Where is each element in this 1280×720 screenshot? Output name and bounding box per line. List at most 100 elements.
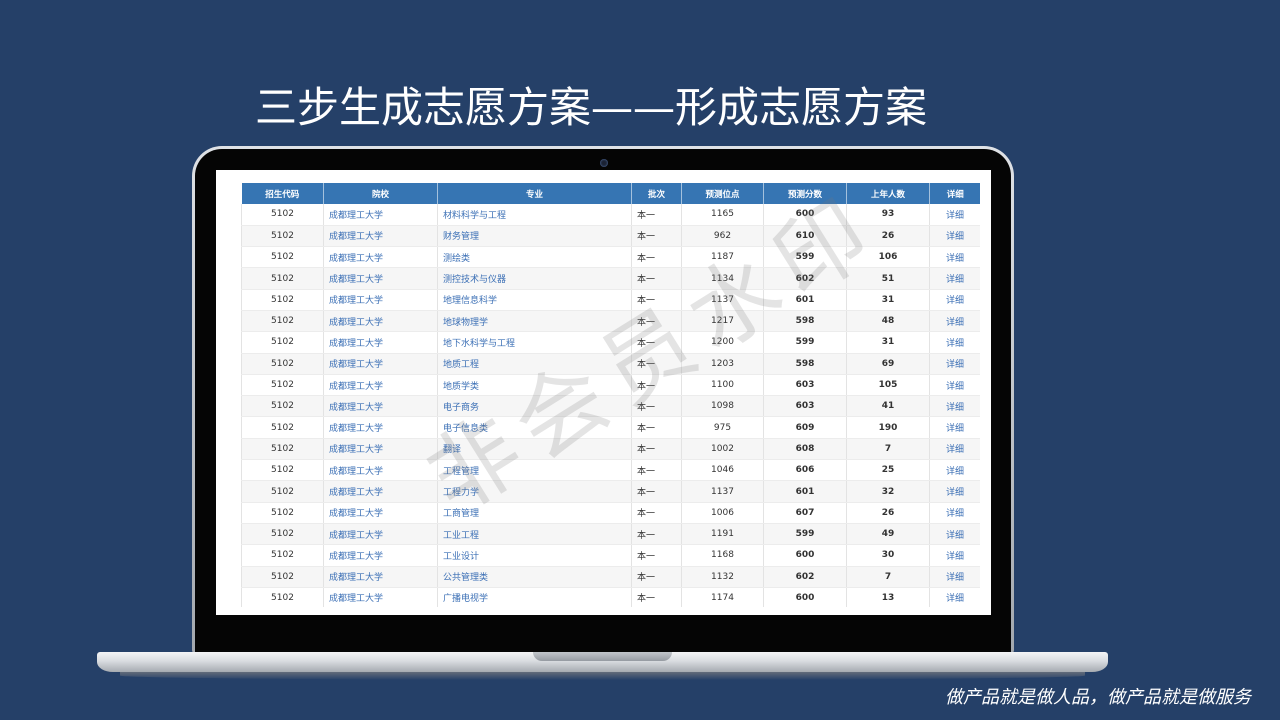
cell-detail-link[interactable]: 详细 [929,587,980,607]
cell-predicted-score: 602 [763,267,847,290]
cell-major-link[interactable]: 公共管理类 [437,566,632,588]
table-row: 5102 成都理工大学 地质学类 本一 1100 603 105 详细 [241,374,980,397]
cell-school-link[interactable]: 成都理工大学 [323,353,438,375]
cell-code: 5102 [241,204,324,226]
cell-predicted-rank: 1046 [681,459,764,482]
cell-school-link[interactable]: 成都理工大学 [323,459,438,482]
header-major: 专业 [437,183,632,204]
cell-school-link[interactable]: 成都理工大学 [323,225,438,248]
cell-predicted-rank: 962 [681,225,764,248]
cell-school-link[interactable]: 成都理工大学 [323,267,438,290]
cell-school-link[interactable]: 成都理工大学 [323,204,438,226]
cell-detail-link[interactable]: 详细 [929,566,980,588]
cell-school-link[interactable]: 成都理工大学 [323,438,438,461]
cell-predicted-score: 607 [763,502,847,524]
cell-school-link[interactable]: 成都理工大学 [323,523,438,546]
cell-major-link[interactable]: 测控技术与仪器 [437,267,632,290]
cell-major-link[interactable]: 工程力学 [437,480,632,503]
footer-slogan: 做产品就是做人品，做产品就是做服务 [945,687,1251,708]
cell-major-link[interactable]: 地质学类 [437,374,632,397]
cell-last-year-count: 31 [846,289,930,311]
header-batch: 批次 [631,183,682,204]
cell-school-link[interactable]: 成都理工大学 [323,416,438,439]
cell-detail-link[interactable]: 详细 [929,353,980,375]
cell-last-year-count: 26 [846,225,930,248]
cell-predicted-rank: 1006 [681,502,764,524]
cell-detail-link[interactable]: 详细 [929,480,980,503]
table-row: 5102 成都理工大学 测绘类 本一 1187 599 106 详细 [241,246,980,269]
table-row: 5102 成都理工大学 地球物理学 本一 1217 598 48 详细 [241,310,980,333]
cell-school-link[interactable]: 成都理工大学 [323,331,438,354]
table-row: 5102 成都理工大学 材料科学与工程 本一 1165 600 93 详细 [241,204,980,226]
table-row: 5102 成都理工大学 地下水科学与工程 本一 1200 599 31 详细 [241,331,980,354]
header-school: 院校 [323,183,438,204]
cell-detail-link[interactable]: 详细 [929,416,980,439]
cell-major-link[interactable]: 地理信息科学 [437,289,632,311]
table-row: 5102 成都理工大学 广播电视学 本一 1174 600 13 详细 [241,587,980,607]
cell-batch: 本一 [631,310,682,333]
table-row: 5102 成都理工大学 电子信息类 本一 975 609 190 详细 [241,416,980,439]
laptop-screen: 招生代码 院校 专业 批次 预测位点 预测分数 上年人数 详细 5102 成都理工… [216,170,991,615]
cell-detail-link[interactable]: 详细 [929,267,980,290]
cell-last-year-count: 13 [846,587,930,607]
cell-school-link[interactable]: 成都理工大学 [323,502,438,524]
cell-predicted-rank: 1002 [681,438,764,461]
cell-predicted-score: 603 [763,395,847,418]
cell-major-link[interactable]: 电子信息类 [437,416,632,439]
cell-batch: 本一 [631,438,682,461]
cell-major-link[interactable]: 地质工程 [437,353,632,375]
cell-major-link[interactable]: 工程管理 [437,459,632,482]
cell-major-link[interactable]: 测绘类 [437,246,632,269]
cell-code: 5102 [241,438,324,461]
cell-major-link[interactable]: 地下水科学与工程 [437,331,632,354]
cell-major-link[interactable]: 财务管理 [437,225,632,248]
cell-detail-link[interactable]: 详细 [929,395,980,418]
cell-code: 5102 [241,225,324,248]
cell-detail-link[interactable]: 详细 [929,502,980,524]
cell-batch: 本一 [631,544,682,567]
cell-major-link[interactable]: 工商管理 [437,502,632,524]
cell-detail-link[interactable]: 详细 [929,246,980,269]
cell-major-link[interactable]: 材料科学与工程 [437,204,632,226]
cell-last-year-count: 7 [846,438,930,461]
cell-major-link[interactable]: 电子商务 [437,395,632,418]
cell-detail-link[interactable]: 详细 [929,438,980,461]
cell-school-link[interactable]: 成都理工大学 [323,395,438,418]
cell-school-link[interactable]: 成都理工大学 [323,246,438,269]
cell-major-link[interactable]: 翻译 [437,438,632,461]
cell-detail-link[interactable]: 详细 [929,289,980,311]
cell-predicted-score: 600 [763,544,847,567]
cell-batch: 本一 [631,395,682,418]
cell-detail-link[interactable]: 详细 [929,310,980,333]
cell-detail-link[interactable]: 详细 [929,374,980,397]
cell-detail-link[interactable]: 详细 [929,544,980,567]
cell-school-link[interactable]: 成都理工大学 [323,374,438,397]
cell-school-link[interactable]: 成都理工大学 [323,310,438,333]
cell-major-link[interactable]: 地球物理学 [437,310,632,333]
cell-detail-link[interactable]: 详细 [929,204,980,226]
table-row: 5102 成都理工大学 工程管理 本一 1046 606 25 详细 [241,459,980,482]
cell-predicted-score: 598 [763,310,847,333]
cell-predicted-score: 601 [763,480,847,503]
cell-predicted-rank: 1098 [681,395,764,418]
cell-school-link[interactable]: 成都理工大学 [323,544,438,567]
cell-predicted-score: 599 [763,331,847,354]
cell-school-link[interactable]: 成都理工大学 [323,289,438,311]
header-predicted-score: 预测分数 [763,183,847,204]
cell-detail-link[interactable]: 详细 [929,225,980,248]
cell-predicted-rank: 1100 [681,374,764,397]
slide-title: 三步生成志愿方案——形成志愿方案 [255,83,928,132]
cell-batch: 本一 [631,459,682,482]
cell-detail-link[interactable]: 详细 [929,331,980,354]
cell-major-link[interactable]: 工业设计 [437,544,632,567]
cell-code: 5102 [241,416,324,439]
cell-school-link[interactable]: 成都理工大学 [323,587,438,607]
cell-school-link[interactable]: 成都理工大学 [323,480,438,503]
cell-school-link[interactable]: 成都理工大学 [323,566,438,588]
header-code: 招生代码 [241,183,324,204]
cell-major-link[interactable]: 工业工程 [437,523,632,546]
cell-detail-link[interactable]: 详细 [929,459,980,482]
cell-predicted-score: 603 [763,374,847,397]
cell-detail-link[interactable]: 详细 [929,523,980,546]
cell-major-link[interactable]: 广播电视学 [437,587,632,607]
